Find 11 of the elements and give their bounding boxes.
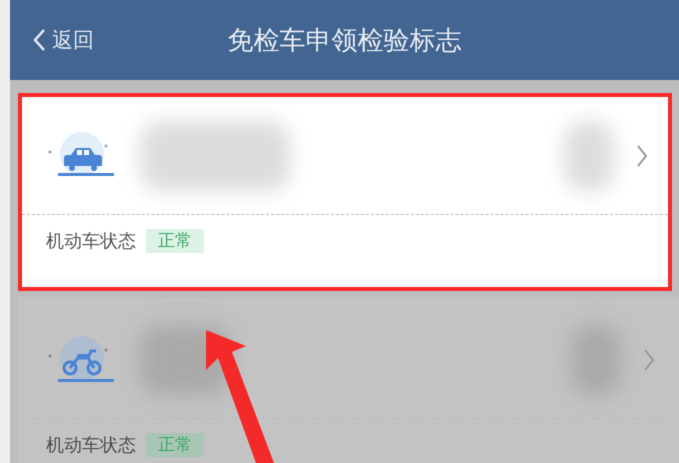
chevron-right-icon <box>636 144 648 168</box>
vehicle-card[interactable]: 机动车状态 正常 <box>18 93 672 291</box>
page-title: 免检车申领检验标志 <box>228 24 462 58</box>
status-tag: 正常 <box>146 229 204 253</box>
chevron-right-icon <box>643 348 655 372</box>
status-label: 机动车状态 <box>46 434 136 457</box>
status-label: 机动车状态 <box>46 230 136 253</box>
status-tag: 正常 <box>146 433 204 457</box>
back-button[interactable]: 返回 <box>28 22 98 58</box>
chevron-left-icon <box>32 28 46 52</box>
vehicle-card[interactable]: 机动车状态 正常 <box>18 297 679 463</box>
